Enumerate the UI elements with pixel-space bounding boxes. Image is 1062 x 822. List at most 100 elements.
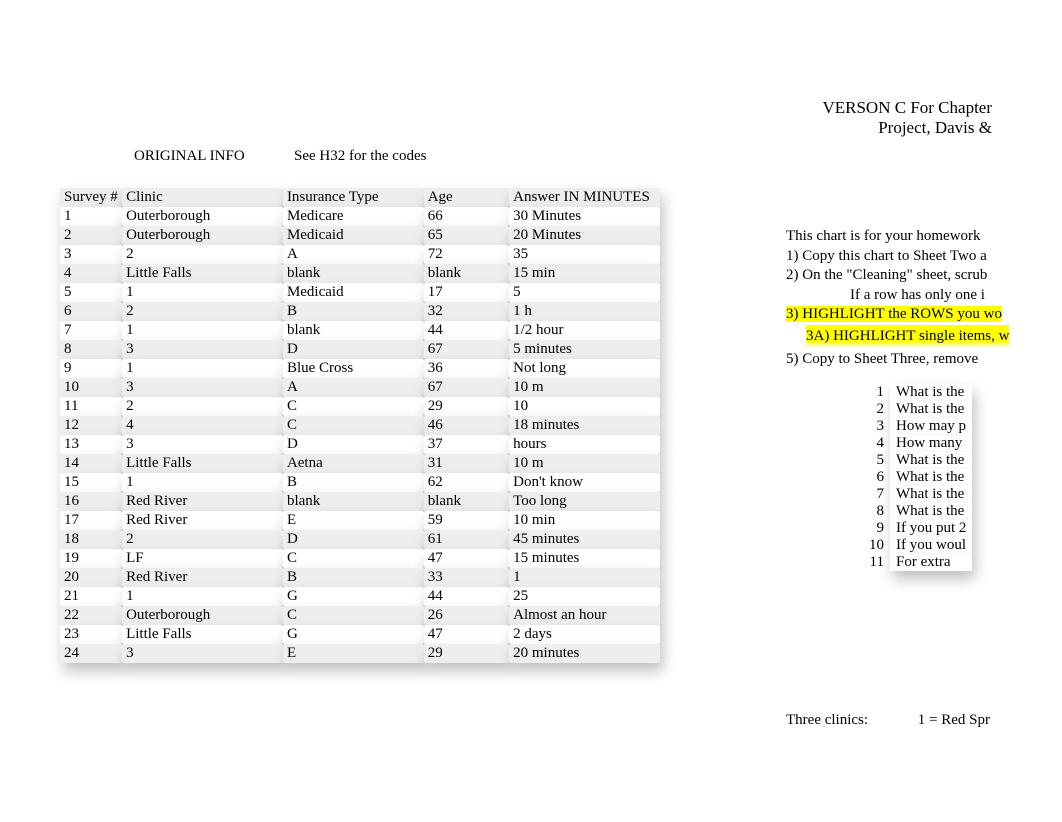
table-cell: Medicaid: [283, 283, 424, 302]
table-cell: 36: [424, 359, 509, 378]
table-cell: 67: [424, 378, 509, 397]
table-cell: 31: [424, 454, 509, 473]
table-cell: Almost an hour: [509, 606, 660, 625]
instructions-step1: 1) Copy this chart to Sheet Two a: [786, 247, 1062, 267]
table-cell: 35: [509, 245, 660, 264]
table-cell: 22: [60, 606, 122, 625]
table-cell: D: [283, 530, 424, 549]
three-clinics: Three clinics: 1 = Red Spr: [786, 712, 990, 729]
table-cell: 6: [60, 302, 122, 321]
question-number: 1: [840, 384, 890, 401]
question-text: How may p: [890, 418, 972, 435]
instructions-step3: 3) HIGHLIGHT the ROWS you wo: [786, 305, 1062, 325]
header-age: Age: [424, 188, 509, 207]
table-row: 23Little FallsG472 days: [60, 625, 660, 644]
question-number: 11: [840, 554, 890, 571]
table-cell: Little Falls: [122, 264, 283, 283]
table-row: 133D37hours: [60, 435, 660, 454]
table-cell: 72: [424, 245, 509, 264]
table-cell: 47: [424, 549, 509, 568]
instructions-block: This chart is for your homework 1) Copy …: [786, 227, 1062, 370]
table-cell: 5: [60, 283, 122, 302]
list-item: 9If you put 2: [840, 520, 972, 537]
table-cell: 4: [60, 264, 122, 283]
table-row: 103A6710 m: [60, 378, 660, 397]
table-row: 182D6145 minutes: [60, 530, 660, 549]
table-cell: A: [283, 378, 424, 397]
table-cell: 15: [60, 473, 122, 492]
table-cell: 17: [424, 283, 509, 302]
instructions-step2a: If a row has only one i: [786, 286, 1062, 306]
three-clinics-label: Three clinics:: [786, 712, 914, 729]
three-clinics-value: 1 = Red Spr: [918, 712, 990, 728]
table-cell: 1: [122, 283, 283, 302]
table-cell: 20: [60, 568, 122, 587]
table-cell: 46: [424, 416, 509, 435]
question-text: What is the: [890, 503, 972, 520]
table-cell: 30 Minutes: [509, 207, 660, 226]
table-cell: A: [283, 245, 424, 264]
table-cell: 18: [60, 530, 122, 549]
table-cell: B: [283, 473, 424, 492]
table-cell: 16: [60, 492, 122, 511]
instructions-intro: This chart is for your homework: [786, 227, 1062, 247]
table-cell: 2: [122, 245, 283, 264]
table-cell: 17: [60, 511, 122, 530]
list-item: 6What is the: [840, 469, 972, 486]
table-cell: 37: [424, 435, 509, 454]
table-row: 32A7235: [60, 245, 660, 264]
table-row: 1OuterboroughMedicare6630 Minutes: [60, 207, 660, 226]
table-cell: 1/2 hour: [509, 321, 660, 340]
question-number: 2: [840, 401, 890, 418]
table-row: 243E2920 minutes: [60, 644, 660, 663]
table-row: 17Red RiverE5910 min: [60, 511, 660, 530]
list-item: 10If you woul: [840, 537, 972, 554]
table-cell: 10 m: [509, 378, 660, 397]
table-cell: 15 min: [509, 264, 660, 283]
table-cell: 10 min: [509, 511, 660, 530]
table-cell: Medicare: [283, 207, 424, 226]
table-cell: 18 minutes: [509, 416, 660, 435]
header-clinic: Clinic: [122, 188, 283, 207]
table-cell: 2: [60, 226, 122, 245]
table-cell: Outerborough: [122, 606, 283, 625]
table-cell: 7: [60, 321, 122, 340]
instructions-step3a: 3A) HIGHLIGHT single items, w: [786, 325, 1062, 349]
instructions-step2: 2) On the "Cleaning" sheet, scrub: [786, 266, 1062, 286]
table-row: 112C2910: [60, 397, 660, 416]
question-text: What is the: [890, 486, 972, 503]
table-cell: Little Falls: [122, 625, 283, 644]
table-cell: 15 minutes: [509, 549, 660, 568]
data-table: Survey # Clinic Insurance Type Age Answe…: [60, 188, 660, 663]
table-cell: 3: [122, 378, 283, 397]
table-cell: 67: [424, 340, 509, 359]
table-cell: 26: [424, 606, 509, 625]
question-number: 5: [840, 452, 890, 469]
table-cell: G: [283, 587, 424, 606]
table-cell: 32: [424, 302, 509, 321]
list-item: 4How many: [840, 435, 972, 452]
table-cell: 8: [60, 340, 122, 359]
table-cell: 62: [424, 473, 509, 492]
table-cell: 5: [509, 283, 660, 302]
table-cell: 5 minutes: [509, 340, 660, 359]
table-row: 91Blue Cross36Not long: [60, 359, 660, 378]
table-cell: 10 m: [509, 454, 660, 473]
question-text: How many: [890, 435, 972, 452]
table-cell: 47: [424, 625, 509, 644]
table-cell: E: [283, 644, 424, 663]
table-cell: 10: [509, 397, 660, 416]
table-cell: 21: [60, 587, 122, 606]
table-cell: 13: [60, 435, 122, 454]
table-row: 16Red RiverblankblankToo long: [60, 492, 660, 511]
table-cell: Outerborough: [122, 207, 283, 226]
table-cell: C: [283, 397, 424, 416]
table-cell: LF: [122, 549, 283, 568]
table-cell: 29: [424, 397, 509, 416]
list-item: 5What is the: [840, 452, 972, 469]
table-cell: 44: [424, 321, 509, 340]
question-text: What is the: [890, 469, 972, 486]
table-cell: 2 days: [509, 625, 660, 644]
question-text: What is the: [890, 452, 972, 469]
table-cell: 9: [60, 359, 122, 378]
